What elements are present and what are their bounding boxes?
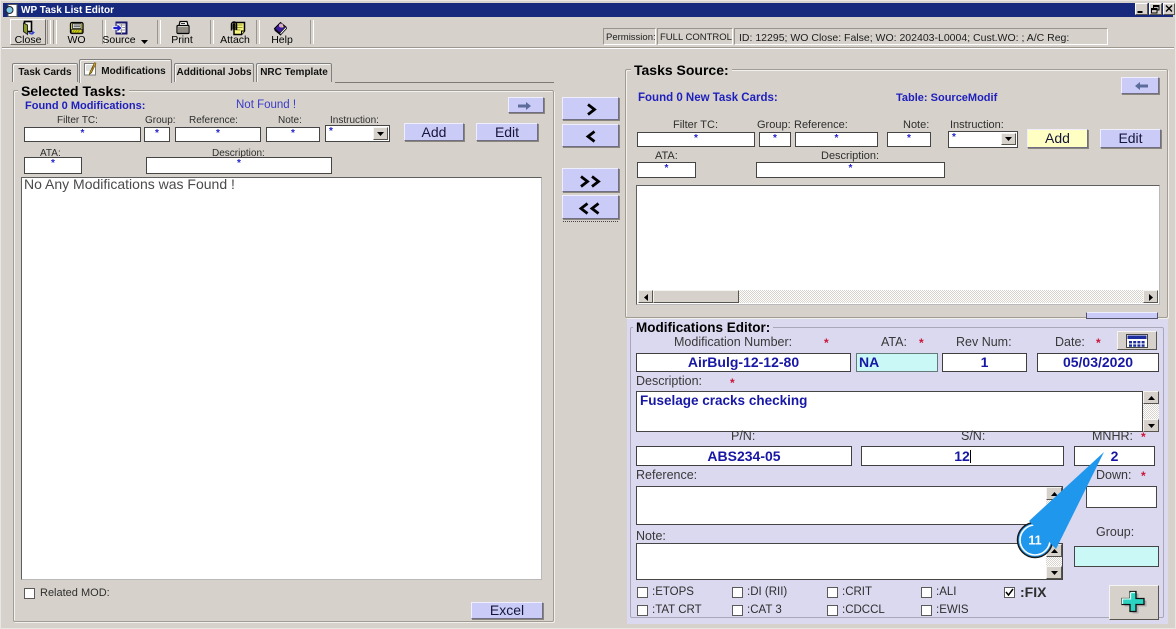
svg-text:11: 11 [1028, 534, 1041, 548]
